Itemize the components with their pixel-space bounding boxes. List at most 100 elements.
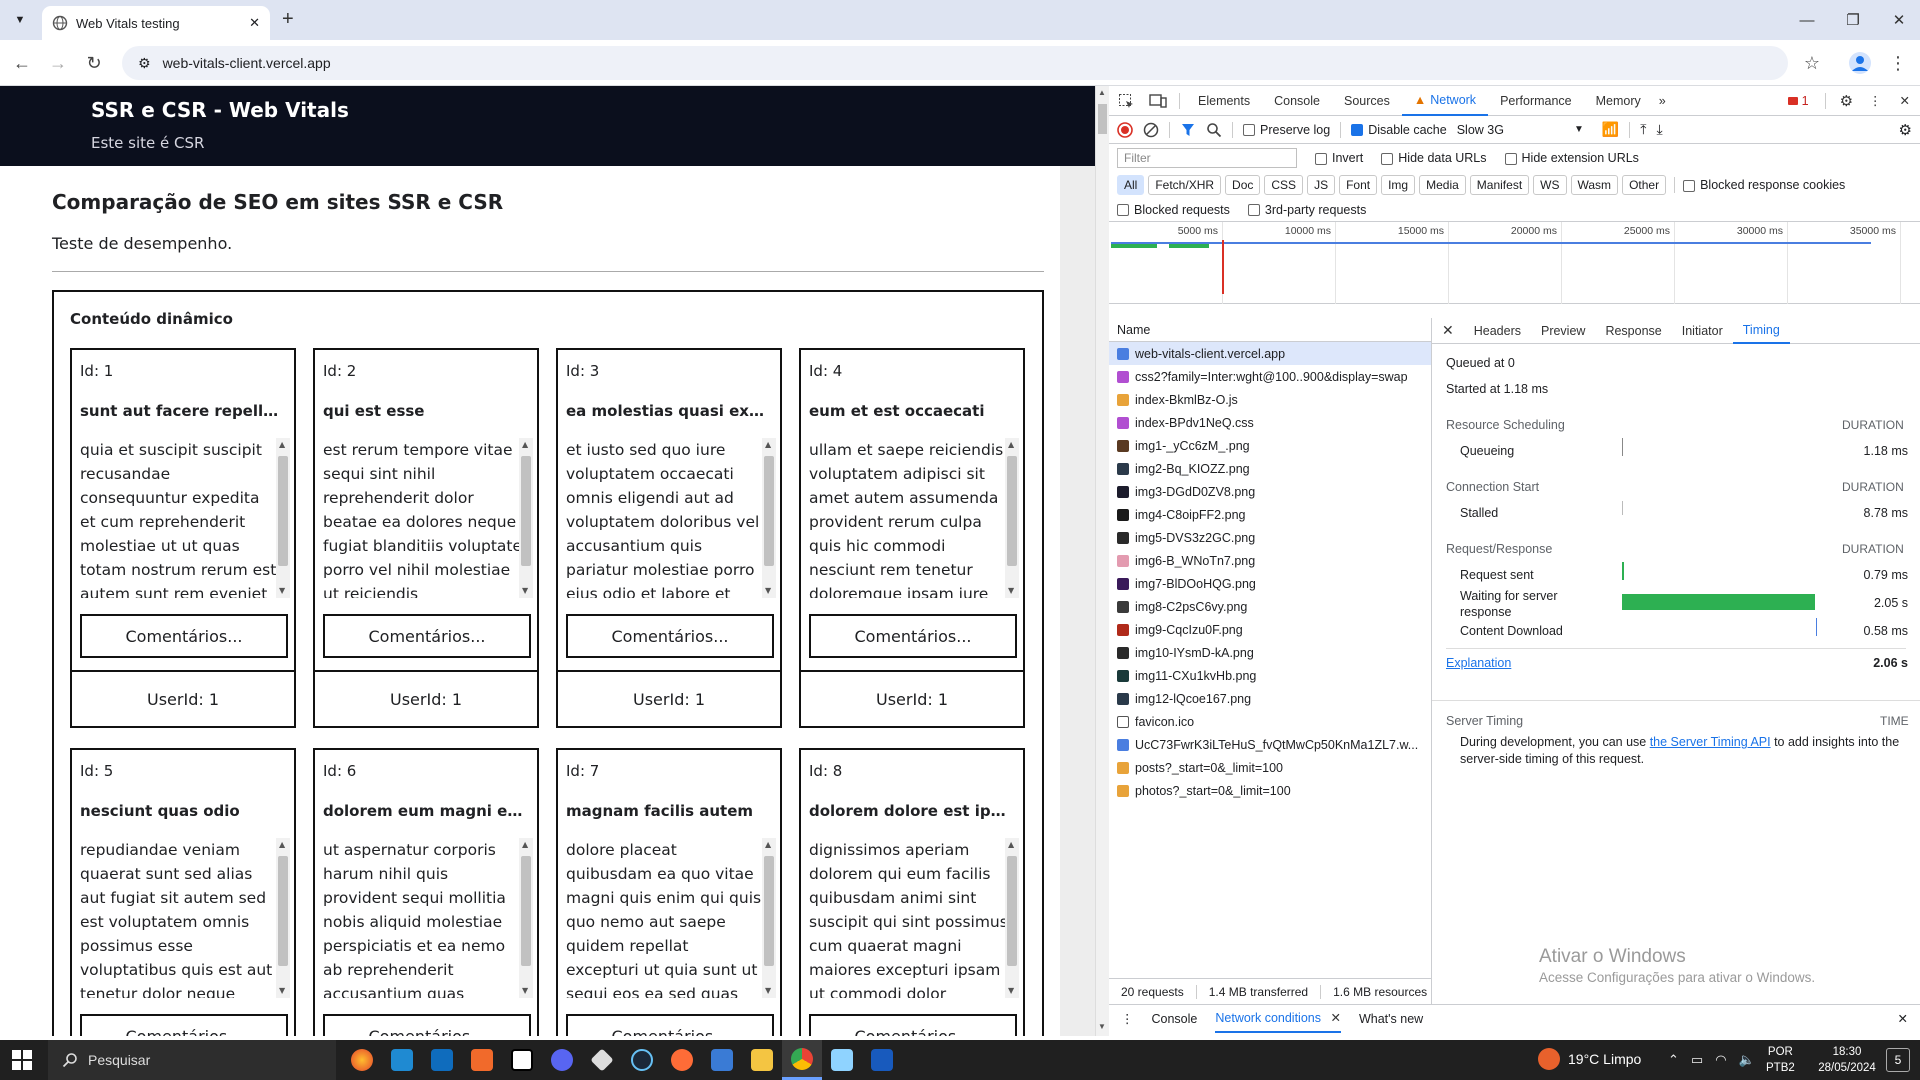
request-row[interactable]: UcC73FwrK3iLTeHuS_fvQtMwCp50KnMa1ZL7.w..… — [1109, 733, 1431, 756]
comments-button[interactable]: Comentários... — [323, 614, 531, 658]
steam-icon[interactable] — [622, 1040, 662, 1080]
network-conditions-icon[interactable]: 📶 — [1602, 121, 1619, 138]
detail-tab-timing[interactable]: Timing — [1732, 318, 1790, 344]
type-filter-fetch-xhr[interactable]: Fetch/XHR — [1148, 175, 1222, 195]
post-body-scrollbar[interactable]: ▲ ▼ — [1005, 838, 1019, 998]
bookmark-star-icon[interactable]: ☆ — [1796, 47, 1828, 79]
discord-icon[interactable] — [542, 1040, 582, 1080]
post-body-scrollbar[interactable]: ▲ ▼ — [1005, 438, 1019, 598]
type-filter-other[interactable]: Other — [1622, 175, 1667, 195]
type-filter-ws[interactable]: WS — [1533, 175, 1567, 195]
drawer-close-icon[interactable]: ✕ — [1898, 1011, 1908, 1026]
request-row[interactable]: img9-CqcIzu0F.png — [1109, 618, 1431, 641]
post-body-scrollbar[interactable]: ▲ ▼ — [762, 838, 776, 998]
request-row[interactable]: posts?_start=0&_limit=100 — [1109, 756, 1431, 779]
type-filter-font[interactable]: Font — [1339, 175, 1378, 195]
more-tabs-icon[interactable]: » — [1653, 86, 1672, 116]
request-row[interactable]: img7-BlDOoHQG.png — [1109, 572, 1431, 595]
device-toolbar-icon[interactable] — [1143, 93, 1173, 109]
comments-button[interactable]: Comentários... — [809, 1014, 1017, 1036]
drawer-tab-console[interactable]: Console — [1152, 1012, 1198, 1026]
blocked-requests-checkbox[interactable]: Blocked requests — [1117, 203, 1230, 217]
forward-icon[interactable]: → — [42, 47, 74, 79]
tray-chevron-up-icon[interactable]: ⌃ — [1668, 1052, 1679, 1068]
close-window-icon[interactable]: ✕ — [1876, 0, 1920, 40]
request-row[interactable]: img8-C2psC6vy.png — [1109, 595, 1431, 618]
record-icon[interactable] — [1117, 121, 1133, 138]
request-row[interactable]: img1-_yCc6zM_.png — [1109, 434, 1431, 457]
browser-tab[interactable]: Web Vitals testing ✕ — [42, 6, 270, 40]
file-explorer-icon[interactable] — [742, 1040, 782, 1080]
reload-icon[interactable]: ↻ — [78, 47, 110, 79]
tab-close-icon[interactable]: ✕ — [249, 15, 260, 31]
network-overview[interactable]: 5000 ms 10000 ms 15000 ms 20000 ms 25000 ms 3… — [1109, 222, 1920, 304]
type-filter-js[interactable]: JS — [1307, 175, 1336, 195]
calculator-icon[interactable] — [702, 1040, 742, 1080]
request-row[interactable]: css2?family=Inter:wght@100..900&display=… — [1109, 365, 1431, 388]
preserve-log-checkbox[interactable]: Preserve log — [1243, 123, 1330, 137]
vscode-icon[interactable] — [382, 1040, 422, 1080]
page-scrollbar[interactable]: ▲ ▼ — [1095, 86, 1109, 1036]
outlook-icon[interactable] — [422, 1040, 462, 1080]
devtools-tab-network[interactable]: ▲ Network — [1401, 86, 1489, 116]
postman-icon[interactable] — [662, 1040, 702, 1080]
notepad-icon[interactable] — [822, 1040, 862, 1080]
type-filter-css[interactable]: CSS — [1264, 175, 1304, 195]
request-row[interactable]: web-vitals-client.vercel.app — [1109, 342, 1431, 365]
request-row[interactable]: img2-Bq_KIOZZ.png — [1109, 457, 1431, 480]
disable-cache-checkbox[interactable]: Disable cache — [1351, 123, 1447, 137]
blocked-cookies-checkbox[interactable]: Blocked response cookies — [1683, 178, 1845, 192]
notion-icon[interactable] — [502, 1040, 542, 1080]
request-row[interactable]: img4-C8oipFF2.png — [1109, 503, 1431, 526]
request-row[interactable]: favicon.ico — [1109, 710, 1431, 733]
menu-kebab-icon[interactable]: ⋮ — [1882, 47, 1914, 79]
detail-close-icon[interactable]: ✕ — [1432, 318, 1464, 344]
comments-button[interactable]: Comentários... — [80, 1014, 288, 1036]
type-filter-img[interactable]: Img — [1381, 175, 1416, 195]
network-icon[interactable]: ▭ — [1691, 1052, 1703, 1068]
inspect-element-icon[interactable] — [1109, 93, 1143, 109]
wifi-icon[interactable]: ◠ — [1715, 1052, 1726, 1068]
drawer-tab-network-conditions[interactable]: Network conditions ✕ — [1215, 1004, 1341, 1033]
chrome-icon[interactable] — [782, 1040, 822, 1080]
post-body-scrollbar[interactable]: ▲ ▼ — [276, 438, 290, 598]
post-body-scrollbar[interactable]: ▲ ▼ — [276, 838, 290, 998]
volume-icon[interactable]: 🔈 — [1739, 1052, 1755, 1068]
sublime-icon[interactable] — [462, 1040, 502, 1080]
detail-tab-response[interactable]: Response — [1595, 318, 1671, 344]
comments-button[interactable]: Comentários... — [566, 614, 774, 658]
weather-widget[interactable]: 19°C Limpo — [1538, 1048, 1641, 1070]
filter-funnel-icon[interactable] — [1180, 122, 1196, 138]
request-row[interactable]: img3-DGdD0ZV8.png — [1109, 480, 1431, 503]
devtools-tab-sources[interactable]: Sources — [1332, 86, 1402, 116]
post-body-scrollbar[interactable]: ▲ ▼ — [762, 438, 776, 598]
request-row[interactable]: photos?_start=0&_limit=100 — [1109, 779, 1431, 802]
issues-badge[interactable]: 1 — [1778, 86, 1819, 116]
post-body-scrollbar[interactable]: ▲ ▼ — [519, 438, 533, 598]
request-row[interactable]: index-BkmlBz-O.js — [1109, 388, 1431, 411]
request-row[interactable]: img11-CXu1kvHb.png — [1109, 664, 1431, 687]
devtools-tab-console[interactable]: Console — [1262, 86, 1332, 116]
back-icon[interactable]: ← — [6, 47, 38, 79]
devtools-settings-icon[interactable]: ⚙ — [1832, 86, 1861, 116]
hide-data-urls-checkbox[interactable]: Hide data URLs — [1381, 151, 1487, 165]
drawer-tab-close-icon[interactable]: ✕ — [1330, 1011, 1340, 1025]
detail-tab-initiator[interactable]: Initiator — [1672, 318, 1733, 344]
language-indicator[interactable]: POR PTB2 — [1766, 1044, 1795, 1076]
notifications-icon[interactable]: 5 — [1886, 1048, 1910, 1072]
clock[interactable]: 18:30 28/05/2024 — [1812, 1044, 1882, 1076]
name-column-header[interactable]: Name — [1109, 318, 1431, 342]
taskbar-search[interactable]: Pesquisar — [48, 1040, 336, 1080]
export-har-icon[interactable]: ⤓ — [1657, 121, 1663, 138]
windows-start-icon[interactable] — [12, 1050, 32, 1070]
detail-tab-preview[interactable]: Preview — [1531, 318, 1595, 344]
comments-button[interactable]: Comentários... — [323, 1014, 531, 1036]
request-row[interactable]: img6-B_WNoTn7.png — [1109, 549, 1431, 572]
type-filter-all[interactable]: All — [1117, 175, 1145, 195]
throttling-select[interactable]: Slow 3G ▼ — [1457, 123, 1584, 137]
devtools-tab-memory[interactable]: Memory — [1584, 86, 1653, 116]
type-filter-doc[interactable]: Doc — [1225, 175, 1261, 195]
request-row[interactable]: img10-IYsmD-kA.png — [1109, 641, 1431, 664]
tab-search-chevron-icon[interactable]: ▼ — [10, 10, 30, 30]
post-body-scrollbar[interactable]: ▲ ▼ — [519, 838, 533, 998]
